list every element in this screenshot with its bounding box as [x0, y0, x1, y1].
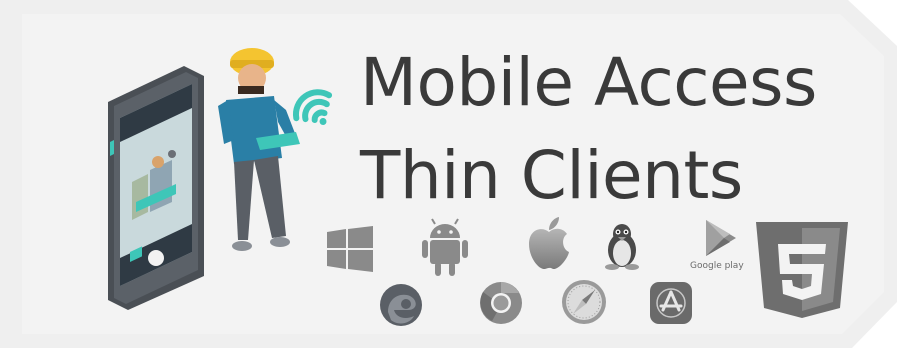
safari-icon [562, 280, 606, 324]
chrome-icon [480, 282, 522, 324]
google-play-label: Google play [690, 261, 744, 271]
worker-illustration-icon [218, 48, 300, 251]
title-line-1: Mobile Access [360, 44, 817, 121]
apple-icon [529, 217, 569, 270]
linux-icon [605, 224, 639, 270]
wifi-icon [292, 89, 333, 125]
html5-icon [756, 222, 848, 318]
edge-icon [380, 284, 422, 326]
google-play-icon [706, 220, 736, 256]
title-line-2: Thin Clients [360, 137, 743, 214]
windows-icon [327, 226, 373, 272]
phone-illustration-icon [108, 66, 204, 310]
app-store-icon [650, 282, 692, 324]
android-icon [422, 218, 468, 276]
banner: Mobile Access Thin Clients Google play [0, 0, 897, 348]
